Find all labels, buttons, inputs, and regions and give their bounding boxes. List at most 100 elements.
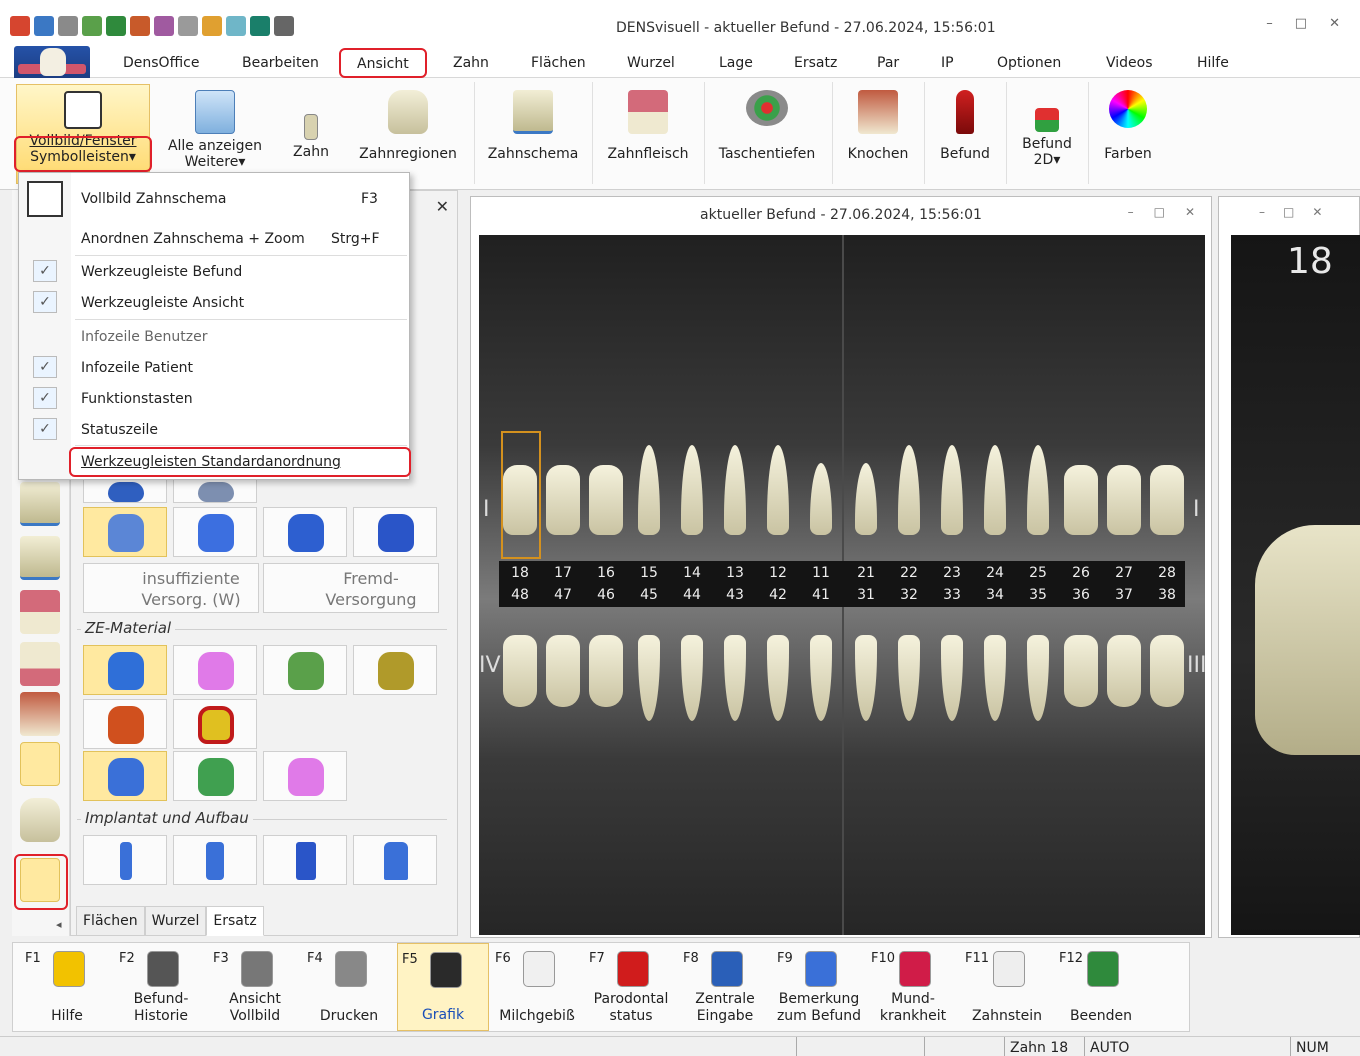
tooth-number-lower[interactable]: 47 (542, 587, 584, 603)
tool-material-gold[interactable] (353, 645, 437, 695)
fkey-f3-button[interactable]: F3 Ansicht Vollbild (209, 943, 301, 1031)
tool-veneer-blue[interactable] (83, 751, 167, 801)
tooth-number-upper[interactable]: 26 (1060, 565, 1102, 581)
menu-ip[interactable]: IP (941, 55, 954, 71)
lower-tooth[interactable] (546, 635, 580, 707)
fremd-versorgung-button[interactable]: Fremd- Versorgung (263, 563, 439, 613)
taschentiefen-button[interactable]: Taschentiefen (712, 84, 822, 184)
fkey-f7-button[interactable]: F7 Parodontal status (585, 943, 677, 1031)
tab-ersatz[interactable]: Ersatz (206, 906, 264, 936)
lower-tooth[interactable] (810, 635, 832, 721)
tool-implant-2[interactable] (173, 835, 257, 885)
card-icon[interactable] (34, 16, 54, 36)
tool-material-pink[interactable] (173, 645, 257, 695)
fkey-f11-button[interactable]: F11 Zahnstein (961, 943, 1053, 1031)
tooth-number-upper[interactable]: 28 (1146, 565, 1188, 581)
upper-tooth[interactable] (589, 465, 623, 535)
tooth-number-lower[interactable]: 37 (1103, 587, 1145, 603)
tooth-number-upper[interactable]: 17 (542, 565, 584, 581)
chart-icon[interactable] (106, 16, 126, 36)
tool-implant-3[interactable] (263, 835, 347, 885)
tooth-number-lower[interactable]: 46 (585, 587, 627, 603)
upper-tooth[interactable] (984, 445, 1006, 535)
lower-tooth[interactable] (589, 635, 623, 707)
minimize-icon[interactable]: – (1259, 205, 1265, 219)
befund-button[interactable]: Befund (932, 84, 998, 184)
close-icon[interactable]: ✕ (1185, 205, 1195, 219)
lower-tooth[interactable] (724, 635, 746, 721)
dental-chart[interactable]: I I IV III 18 48 17 47 16 46 15 45 14 44 13 43 12 42 1… (479, 235, 1205, 935)
upper-tooth[interactable] (1150, 465, 1184, 535)
tools-icon[interactable] (58, 16, 78, 36)
fkey-f1-button[interactable]: F1 Hilfe (21, 943, 113, 1031)
crown-icon[interactable] (20, 642, 60, 686)
tool-material-red-gold[interactable] (173, 699, 257, 749)
tooth-3d-view[interactable]: 18 (1231, 235, 1360, 935)
tooth-number-lower[interactable]: 33 (931, 587, 973, 603)
upper-tooth[interactable] (724, 445, 746, 535)
menu-flaechen[interactable]: Flächen (531, 55, 586, 71)
fkey-f5-button[interactable]: F5 Grafik (397, 943, 489, 1031)
tooth-number-lower[interactable]: 31 (845, 587, 887, 603)
tooth-number-upper[interactable]: 13 (714, 565, 756, 581)
tool-inlay-blue[interactable] (173, 507, 257, 557)
tooth-number-lower[interactable]: 45 (628, 587, 670, 603)
menu-vollbild-zahnschema[interactable]: Vollbild Zahnschema (81, 191, 226, 207)
minimize-icon[interactable]: – (1266, 16, 1273, 31)
tooth-number-upper[interactable]: 23 (931, 565, 973, 581)
tool-implant-4[interactable] (353, 835, 437, 885)
tool-veneer-green[interactable] (173, 751, 257, 801)
menu-statuszeile[interactable]: Statuszeile (81, 422, 158, 438)
lower-tooth[interactable] (681, 635, 703, 721)
upper-tooth[interactable] (1027, 445, 1049, 535)
lower-tooth[interactable] (1107, 635, 1141, 707)
upper-tooth[interactable] (767, 445, 789, 535)
menu-infozeile-benutzer[interactable]: Infozeile Benutzer (81, 329, 207, 345)
maximize-icon[interactable]: □ (1154, 205, 1165, 219)
tooth-number-upper[interactable]: 18 (499, 565, 541, 581)
tooth-number-lower[interactable]: 43 (714, 587, 756, 603)
fkey-f6-button[interactable]: F6 Milchgebiß (491, 943, 583, 1031)
insuffiziente-versorgung-button[interactable]: insuffiziente Versorg. (W) (83, 563, 259, 613)
tool-inlay-selected[interactable] (83, 507, 167, 557)
menu-par[interactable]: Par (877, 55, 899, 71)
tooth-number-upper[interactable]: 25 (1017, 565, 1059, 581)
lower-tooth[interactable] (1150, 635, 1184, 707)
app-icon[interactable] (10, 16, 30, 36)
tooth-number-lower[interactable]: 32 (888, 587, 930, 603)
alle-anzeigen-button[interactable]: Alle anzeigen Weitere▾ (160, 84, 270, 184)
lower-tooth[interactable] (767, 635, 789, 721)
collapse-icon[interactable]: ◂ (56, 918, 62, 931)
zahnfleisch-button[interactable]: Zahnfleisch (602, 84, 694, 184)
fkey-f4-button[interactable]: F4 Drucken (303, 943, 395, 1031)
lower-tooth[interactable] (1027, 635, 1049, 721)
upper-tooth[interactable] (546, 465, 580, 535)
tooth-number-lower[interactable]: 34 (974, 587, 1016, 603)
menu-videos[interactable]: Videos (1106, 55, 1153, 71)
menu-bearbeiten[interactable]: Bearbeiten (242, 55, 319, 71)
menu-hilfe[interactable]: Hilfe (1197, 55, 1229, 71)
zahnregionen-button[interactable]: Zahnregionen (352, 84, 464, 184)
close-icon[interactable]: ✕ (1312, 205, 1322, 219)
close-icon[interactable]: ✕ (436, 197, 449, 216)
menu-zahn[interactable]: Zahn (453, 55, 489, 71)
fkey-f12-button[interactable]: F12 Beenden (1055, 943, 1147, 1031)
tab-wurzel[interactable]: Wurzel (144, 906, 207, 936)
fkey-f8-button[interactable]: F8 Zentrale Eingabe (679, 943, 771, 1031)
tree-icon[interactable] (130, 16, 150, 36)
bone-icon[interactable] (20, 692, 60, 736)
lower-tooth[interactable] (638, 635, 660, 721)
upper-tooth[interactable] (941, 445, 963, 535)
tool-veneer-pink[interactable] (263, 751, 347, 801)
dental-chart-alt-icon[interactable] (20, 536, 60, 580)
tooth-number-upper[interactable]: 21 (845, 565, 887, 581)
close-icon[interactable]: ✕ (1329, 16, 1340, 31)
menu-funktionstasten[interactable]: Funktionstasten (81, 391, 193, 407)
tool-material-orange[interactable] (83, 699, 167, 749)
satellite-icon[interactable] (178, 16, 198, 36)
upper-tooth[interactable] (1107, 465, 1141, 535)
tooth-number-upper[interactable]: 24 (974, 565, 1016, 581)
tooth-number-upper[interactable]: 22 (888, 565, 930, 581)
menu-lage[interactable]: Lage (719, 55, 753, 71)
lower-tooth[interactable] (941, 635, 963, 721)
